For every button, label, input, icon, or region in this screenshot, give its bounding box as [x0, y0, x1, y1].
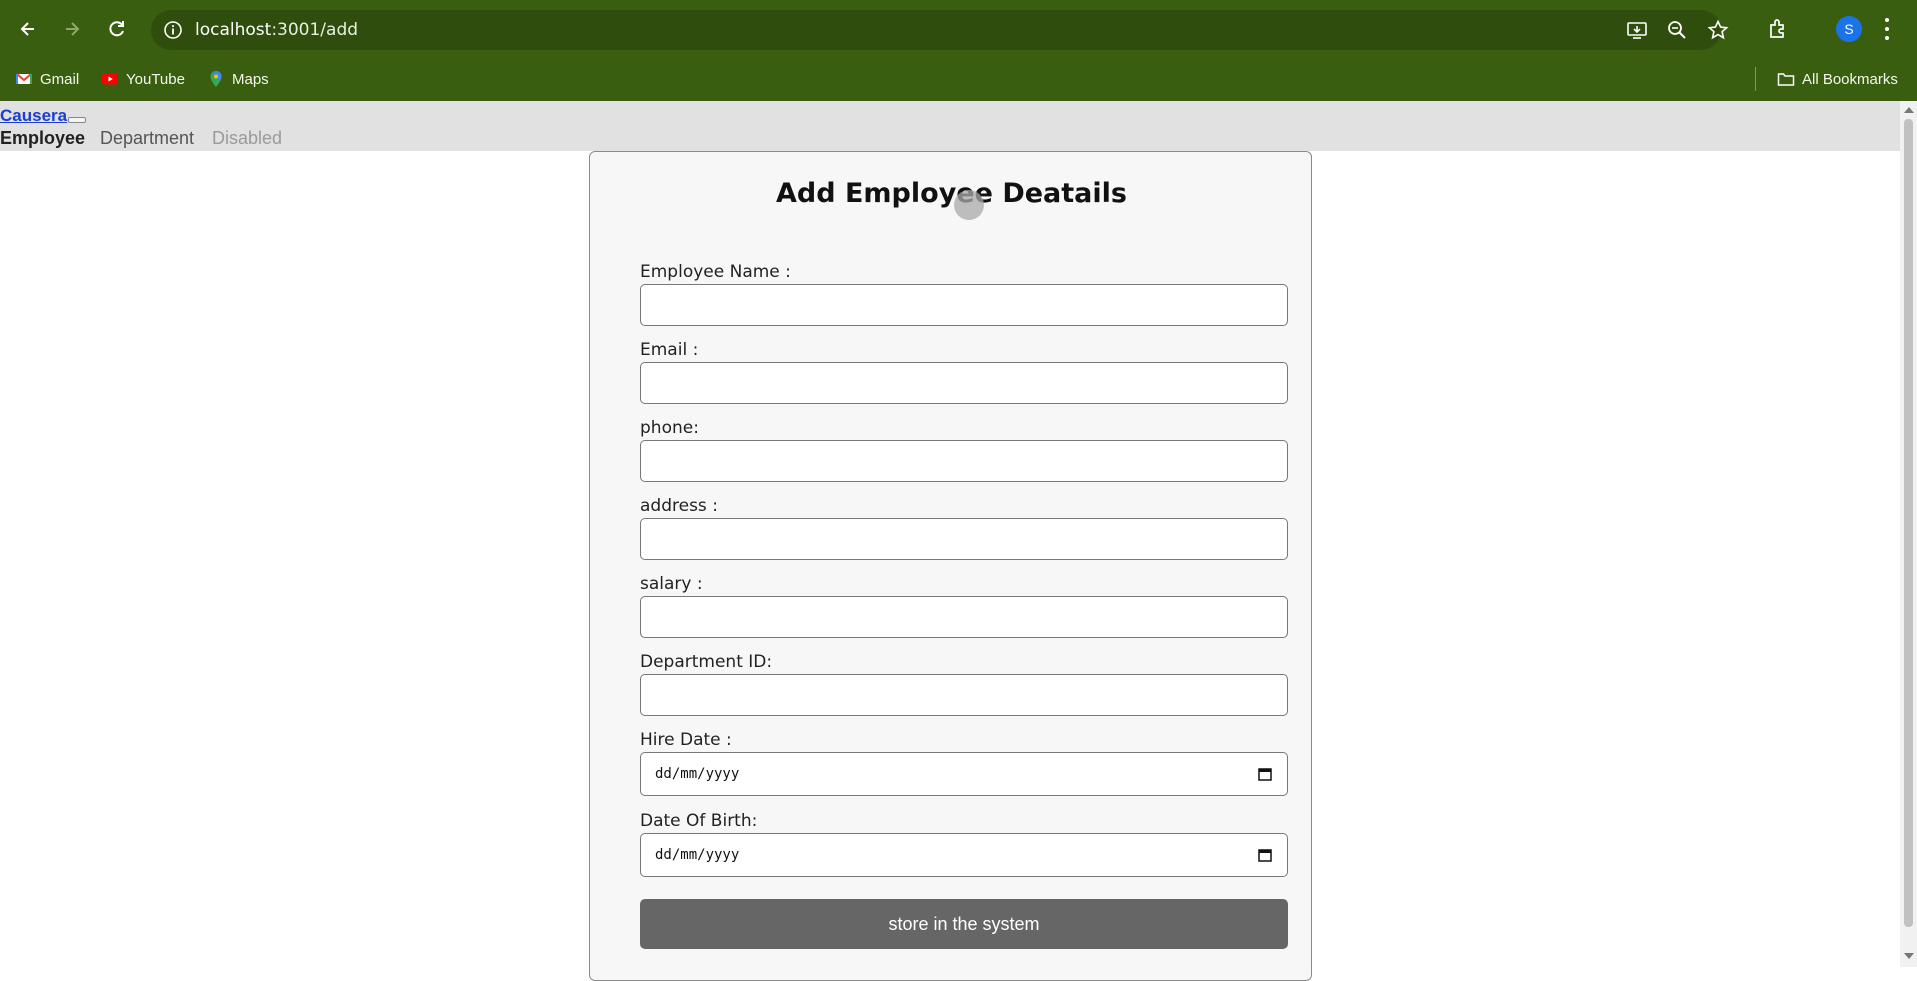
date-of-birth-label: Date Of Birth:	[640, 811, 758, 831]
arrow-right-icon	[66, 22, 80, 36]
extensions-icon[interactable]	[1767, 17, 1791, 41]
url-path: :3001/add	[271, 20, 359, 40]
hire-date-value: dd/mm/yyyy	[655, 766, 740, 782]
address-input[interactable]	[640, 518, 1288, 560]
all-bookmarks-button[interactable]: All Bookmarks	[1777, 66, 1898, 92]
date-of-birth-value: dd/mm/yyyy	[655, 847, 740, 863]
zoom-icon[interactable]	[1666, 19, 1688, 41]
site-info-icon[interactable]	[163, 20, 183, 40]
salary-input[interactable]	[640, 596, 1288, 638]
page-scrollbar[interactable]	[1900, 101, 1917, 967]
department-id-input[interactable]	[640, 674, 1288, 716]
scroll-thumb[interactable]	[1904, 119, 1913, 927]
gmail-icon	[16, 73, 32, 84]
folder-icon	[1777, 73, 1795, 86]
scroll-down-icon[interactable]	[1904, 953, 1914, 959]
bookmark-youtube[interactable]: YouTube	[101, 66, 185, 92]
navbar-toggler[interactable]	[68, 117, 86, 123]
youtube-icon	[102, 73, 118, 85]
email-label: Email :	[640, 340, 699, 360]
phone-label: phone:	[640, 418, 699, 438]
address-label: address :	[640, 496, 718, 516]
url-text[interactable]: localhost:3001/add	[195, 20, 358, 40]
arrow-left-icon	[20, 22, 34, 36]
store-in-system-button[interactable]: store in the system	[640, 899, 1288, 949]
app-navbar: Causera Employee Department Disabled	[0, 101, 1900, 151]
bookmark-gmail[interactable]: Gmail	[15, 66, 79, 92]
hire-date-label: Hire Date :	[640, 730, 732, 750]
department-id-label: Department ID:	[640, 652, 773, 672]
form-title: Add Employee Deatails	[776, 178, 1127, 209]
back-button[interactable]	[13, 14, 43, 44]
nav-disabled: Disabled	[212, 128, 283, 148]
all-bookmarks-label: All Bookmarks	[1802, 70, 1898, 88]
date-of-birth-input[interactable]: dd/mm/yyyy	[640, 833, 1288, 877]
browser-toolbar: localhost:3001/add S	[0, 0, 1917, 58]
forward-button[interactable]	[57, 14, 87, 44]
nav-department[interactable]: Department	[100, 128, 194, 149]
calendar-icon[interactable]	[1257, 847, 1273, 863]
profile-initial: S	[1844, 21, 1854, 37]
bookmark-star-icon[interactable]	[1707, 19, 1729, 41]
bookmark-label: YouTube	[126, 70, 185, 88]
employee-name-label: Employee Name :	[640, 262, 791, 282]
employee-name-input[interactable]	[640, 284, 1288, 326]
reload-button[interactable]	[102, 14, 132, 44]
mouse-cursor-indicator	[954, 190, 984, 220]
reload-icon	[109, 21, 124, 37]
browser-menu-icon[interactable]	[1882, 16, 1892, 42]
email-input[interactable]	[640, 362, 1288, 404]
scroll-up-icon[interactable]	[1904, 107, 1914, 113]
salary-label: salary :	[640, 574, 703, 594]
calendar-icon[interactable]	[1257, 766, 1273, 782]
add-employee-form: Add Employee Deatails Employee Name : Em…	[589, 151, 1312, 981]
bookmarks-bar: Gmail YouTube Maps All Bookmarks	[0, 58, 1917, 101]
profile-avatar[interactable]: S	[1836, 16, 1862, 42]
brand-link[interactable]: Causera	[0, 106, 67, 126]
phone-input[interactable]	[640, 440, 1288, 482]
maps-icon	[210, 71, 222, 87]
bookmark-label: Maps	[232, 70, 269, 88]
address-bar[interactable]: localhost:3001/add	[151, 10, 1729, 50]
url-host: localhost	[195, 20, 272, 40]
bookmarks-divider	[1755, 67, 1756, 91]
hire-date-input[interactable]: dd/mm/yyyy	[640, 752, 1288, 796]
bookmark-maps[interactable]: Maps	[207, 66, 269, 92]
install-app-icon[interactable]	[1626, 19, 1648, 41]
bookmark-label: Gmail	[40, 70, 80, 88]
nav-employee[interactable]: Employee	[0, 128, 85, 149]
